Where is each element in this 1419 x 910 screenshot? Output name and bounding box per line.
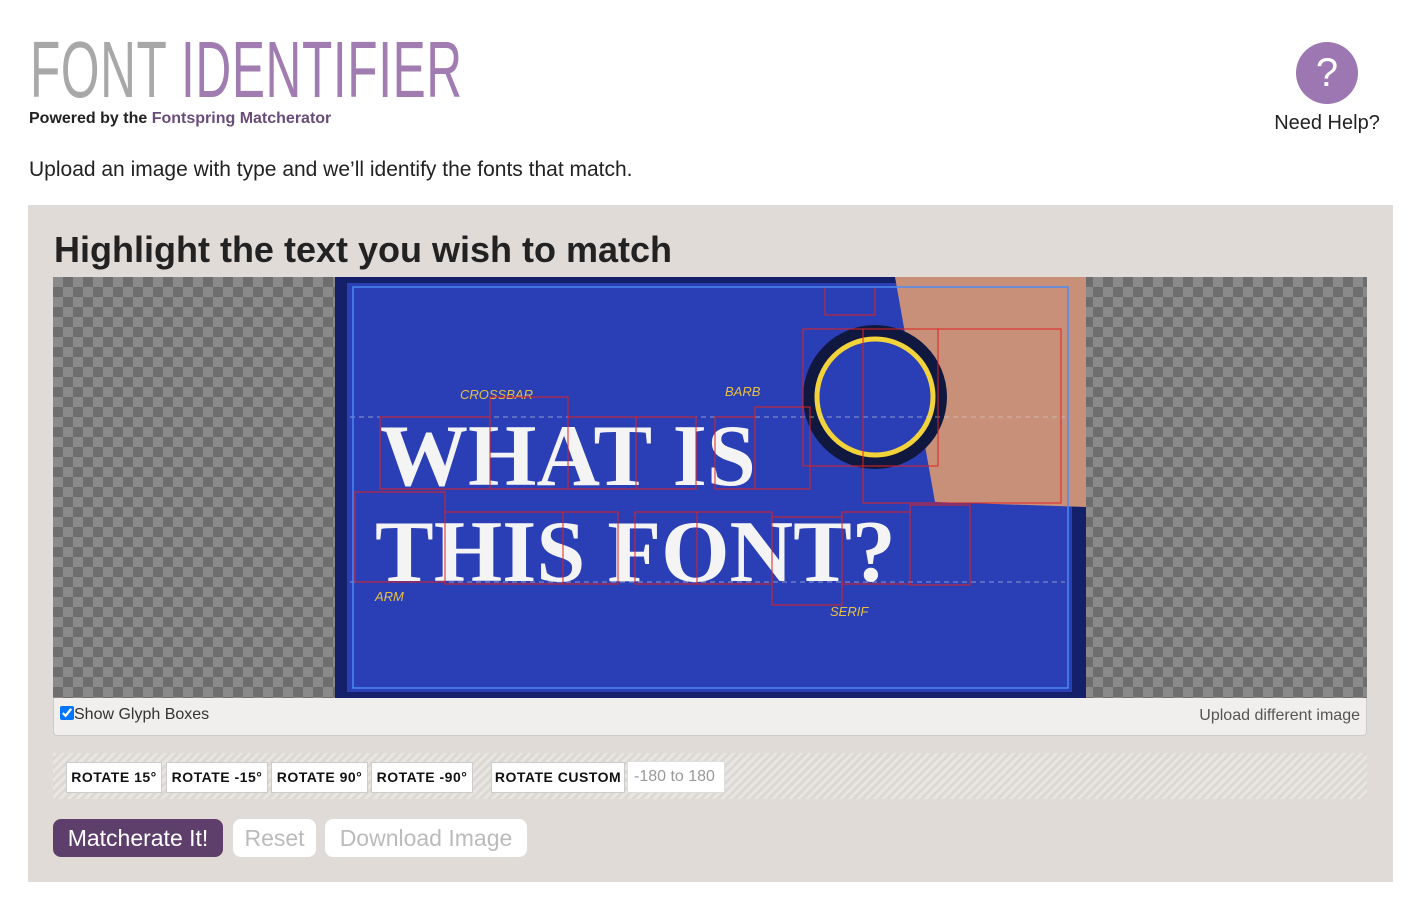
show-glyph-boxes-checkbox[interactable]: [60, 706, 74, 720]
annotation-arm: ARM: [374, 589, 404, 604]
annotation-serif: SERIF: [830, 604, 869, 619]
image-canvas[interactable]: WHAT IS THIS FONT? CROSSBAR BARB ARM SER…: [53, 277, 1367, 698]
rotate-custom-button[interactable]: ROTATE CUSTOM: [491, 762, 625, 793]
editor-panel: Highlight the text you wish to match WHA…: [28, 205, 1393, 882]
rotate-15-button[interactable]: ROTATE 15°: [66, 762, 162, 793]
annotation-crossbar: CROSSBAR: [460, 387, 533, 402]
panel-title: Highlight the text you wish to match: [54, 229, 673, 270]
help-icon: ?: [1296, 42, 1358, 104]
fontspring-link[interactable]: Fontspring Matcherator: [152, 110, 332, 127]
upload-different-image-link[interactable]: Upload different image: [1199, 707, 1360, 725]
logo[interactable]: FONT IDENTIFIER: [30, 30, 463, 110]
annotation-barb: BARB: [725, 384, 761, 399]
show-glyph-boxes-toggle[interactable]: Show Glyph Boxes: [60, 706, 209, 724]
intro-text: Upload an image with type and we’ll iden…: [29, 158, 633, 181]
glyph-bar: Show Glyph Boxes Upload different image: [53, 698, 1367, 736]
download-image-button[interactable]: Download Image: [325, 819, 527, 857]
help-button[interactable]: ? Need Help?: [1272, 42, 1382, 135]
matcherate-button[interactable]: Matcherate It!: [53, 819, 223, 857]
rotate-minus-90-button[interactable]: ROTATE -90°: [371, 762, 473, 793]
rotate-minus-15-button[interactable]: ROTATE -15°: [166, 762, 268, 793]
rotate-90-button[interactable]: ROTATE 90°: [271, 762, 368, 793]
rotate-toolbar: ROTATE 15° ROTATE -15° ROTATE 90° ROTATE…: [53, 753, 1367, 799]
powered-by: Powered by the Fontspring Matcherator: [29, 110, 332, 127]
rotate-custom-input[interactable]: -180 to 180: [627, 761, 725, 793]
uploaded-image[interactable]: WHAT IS THIS FONT? CROSSBAR BARB ARM SER…: [335, 277, 1086, 698]
reset-button[interactable]: Reset: [233, 819, 316, 857]
